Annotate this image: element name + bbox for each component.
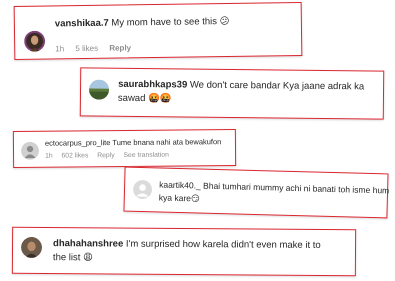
- comment-card: dhahahanshree I'm surprised how karela d…: [11, 226, 357, 277]
- comment-emoji: 😕: [219, 16, 230, 28]
- see-translation-link[interactable]: See translation: [123, 152, 168, 159]
- comment-text-line: vanshikaa.7 My mom have to see this 😕: [55, 16, 230, 29]
- comment-card: kaartik40._ Bhai tumhari mummy achi ni b…: [123, 166, 390, 219]
- comment-text-line: dhahahanshree I'm surprised how karela d…: [53, 238, 321, 251]
- reply-button[interactable]: Reply: [109, 43, 131, 52]
- comment-likes[interactable]: 602 likes: [61, 152, 88, 159]
- comment-username[interactable]: dhahahanshree: [53, 238, 123, 249]
- avatar[interactable]: [24, 30, 46, 52]
- comment-meta: 1h 5 likes Reply: [55, 43, 140, 53]
- comment-meta: 1h 602 likes Reply See translation: [45, 152, 176, 160]
- comment-card: saurabhkaps39 We don't care bandar Kya j…: [79, 67, 385, 120]
- comment-text: the list: [52, 252, 81, 264]
- comment-text-line: the list 😩: [53, 252, 93, 263]
- comment-card: ectocarpus_pro_lite Tume bnana nahi ata …: [12, 129, 237, 168]
- avatar[interactable]: [133, 180, 153, 200]
- comment-text: Tume bnana nahi ata bewakufon: [112, 137, 222, 148]
- comment-text: My mom have to see this: [111, 16, 218, 29]
- avatar[interactable]: [88, 79, 110, 100]
- comment-text-line: kya kare😏: [159, 192, 200, 204]
- reply-button[interactable]: Reply: [97, 152, 114, 159]
- comment-username[interactable]: vanshikaa.7: [55, 18, 109, 30]
- comment-text: I'm surprised how karela didn't even mak…: [125, 238, 321, 251]
- comment-likes[interactable]: 5 likes: [75, 44, 98, 53]
- avatar[interactable]: [21, 141, 40, 160]
- comment-username[interactable]: ectocarpus_pro_lite: [45, 138, 111, 148]
- comment-text: kya kare: [158, 192, 192, 204]
- comment-emoji: 😏: [190, 194, 200, 205]
- comment-time: 1h: [45, 152, 53, 160]
- comment-text-line: saurabhkaps39 We don't care bandar Kya j…: [118, 79, 364, 93]
- comment-text: We don't care bandar Kya jaane adrak ka: [189, 79, 365, 93]
- comment-text: sawad: [117, 92, 146, 105]
- comment-text-line: sawad 🤬🤬: [118, 93, 172, 105]
- comment-username[interactable]: kaartik40._: [159, 179, 201, 190]
- comment-emoji: 😩: [83, 252, 94, 264]
- comment-emoji: 🤬🤬: [147, 93, 172, 105]
- comment-text: Bhai tumhari mummy achi ni banati toh is…: [203, 180, 390, 196]
- comment-text-line: ectocarpus_pro_lite Tume bnana nahi ata …: [45, 137, 221, 148]
- comment-time: 1h: [55, 44, 65, 54]
- comment-username[interactable]: saurabhkaps39: [118, 79, 187, 91]
- comment-card: vanshikaa.7 My mom have to see this 😕 1h…: [13, 1, 303, 61]
- avatar[interactable]: [21, 236, 43, 258]
